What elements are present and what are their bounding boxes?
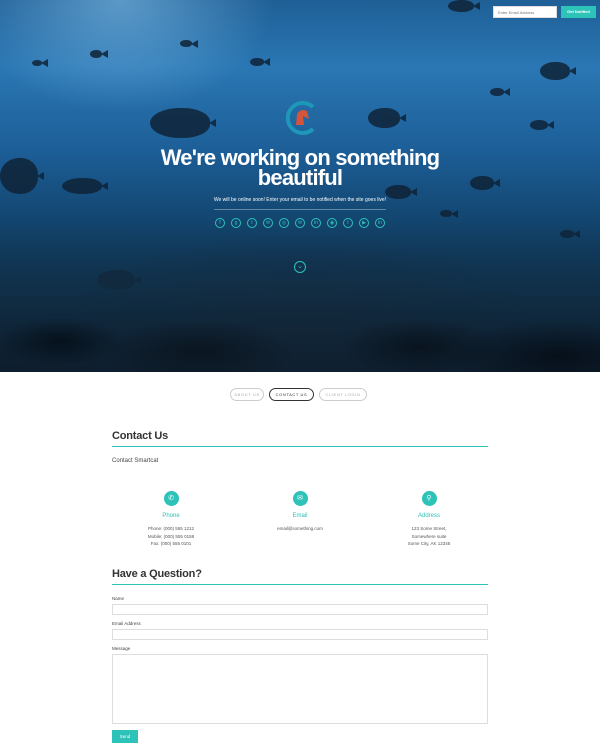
question-divider bbox=[112, 584, 488, 585]
hero-subtitle: We will be online soon! Enter your email… bbox=[213, 197, 387, 203]
contact-email-column: ✉ Email email@something.com bbox=[240, 487, 360, 533]
email-address-label: Email Address bbox=[112, 621, 141, 626]
tab-about-us[interactable]: ABOUT US bbox=[230, 388, 264, 401]
fish-decoration bbox=[448, 0, 480, 12]
fish-decoration bbox=[0, 158, 44, 194]
location-pin-icon: ⚲ bbox=[421, 491, 437, 506]
address-line: 123 Some Street, bbox=[411, 526, 447, 531]
fish-decoration bbox=[530, 120, 554, 130]
fish-decoration bbox=[470, 176, 500, 190]
twitter-icon[interactable]: t bbox=[247, 218, 257, 228]
google-plus-icon[interactable]: g bbox=[231, 218, 241, 228]
fish-decoration bbox=[180, 39, 198, 48]
phone-title: Phone bbox=[162, 513, 180, 519]
fax-line: Fax: (000) 555 0101 bbox=[150, 541, 192, 546]
name-field[interactable] bbox=[112, 604, 488, 615]
email-title: Email bbox=[292, 513, 308, 519]
contact-phone-column: ✆ Phone Phone: (000) 555 1212 Mobile: (0… bbox=[111, 487, 231, 548]
section-tabs: ABOUT US CONTACT US CLIENT LOGIN bbox=[230, 388, 370, 401]
email-field[interactable] bbox=[112, 629, 488, 640]
message-field[interactable] bbox=[112, 654, 488, 724]
message-label: Message bbox=[112, 646, 131, 651]
tab-contact-us[interactable]: CONTACT US bbox=[269, 388, 314, 401]
hero-divider bbox=[214, 209, 386, 210]
email-icon: ✉ bbox=[292, 491, 308, 506]
address-title: Address bbox=[417, 513, 440, 519]
hero-title: We're working on something beautiful bbox=[130, 147, 470, 190]
reef-background bbox=[0, 222, 600, 372]
email-address-line[interactable]: email@something.com bbox=[240, 525, 360, 533]
fish-decoration bbox=[150, 108, 216, 138]
email-info: email@something.com bbox=[240, 525, 360, 533]
facebook-icon[interactable]: f bbox=[215, 218, 225, 228]
youtube-icon[interactable]: ▶ bbox=[359, 218, 369, 228]
phone-line: Phone: (000) 555 1212 bbox=[147, 526, 195, 531]
linkedin-icon[interactable]: in bbox=[311, 218, 321, 228]
email-icon[interactable]: ✉ bbox=[263, 218, 273, 228]
fish-decoration bbox=[250, 58, 270, 66]
fish-decoration bbox=[540, 62, 576, 80]
name-label: Name bbox=[112, 596, 125, 601]
mobile-line: Mobile: (000) 555 0158 bbox=[147, 533, 195, 539]
fish-decoration bbox=[490, 88, 510, 96]
tab-client-login[interactable]: CLIENT LOGIN bbox=[319, 388, 367, 401]
fish-decoration bbox=[90, 50, 108, 58]
address-line: Somewhere suite bbox=[411, 533, 447, 539]
fish-decoration bbox=[62, 178, 108, 194]
mail-icon[interactable]: ✉ bbox=[295, 218, 305, 228]
contact-heading: Contact Us bbox=[112, 430, 169, 442]
question-heading: Have a Question? bbox=[112, 568, 202, 580]
brand-logo-icon bbox=[285, 101, 315, 135]
scroll-down-chevron-icon[interactable]: ⌄ bbox=[294, 261, 306, 273]
instagram-icon[interactable]: ◎ bbox=[279, 218, 289, 228]
fish-decoration bbox=[32, 59, 48, 67]
notify-email-input[interactable] bbox=[493, 6, 557, 18]
contact-divider bbox=[112, 446, 488, 447]
fish-decoration bbox=[368, 108, 406, 128]
hero-title-line2: beautiful bbox=[257, 165, 343, 190]
linkedin-in-icon[interactable]: in bbox=[375, 218, 385, 228]
hero-section: Get Notified We're working on something … bbox=[0, 0, 600, 372]
get-notified-button[interactable]: Get Notified bbox=[561, 6, 596, 18]
address-line: Some City, AK 12345 bbox=[407, 541, 451, 546]
phone-icon: ✆ bbox=[163, 491, 179, 506]
fish-decoration bbox=[440, 209, 458, 218]
social-links: f g t ✉ ◎ ✉ in ◉ t ▶ in bbox=[215, 218, 385, 230]
send-button[interactable]: Send bbox=[112, 730, 138, 743]
contact-subheading: Contact Smartcat bbox=[112, 458, 159, 464]
tumblr-icon[interactable]: t bbox=[343, 218, 353, 228]
dribbble-icon[interactable]: ◉ bbox=[327, 218, 337, 228]
contact-address-column: ⚲ Address 123 Some Street, Somewhere sui… bbox=[369, 487, 489, 548]
address-info: 123 Some Street, Somewhere suite Some Ci… bbox=[369, 525, 489, 548]
phone-info: Phone: (000) 555 1212 Mobile: (000) 555 … bbox=[111, 525, 231, 548]
